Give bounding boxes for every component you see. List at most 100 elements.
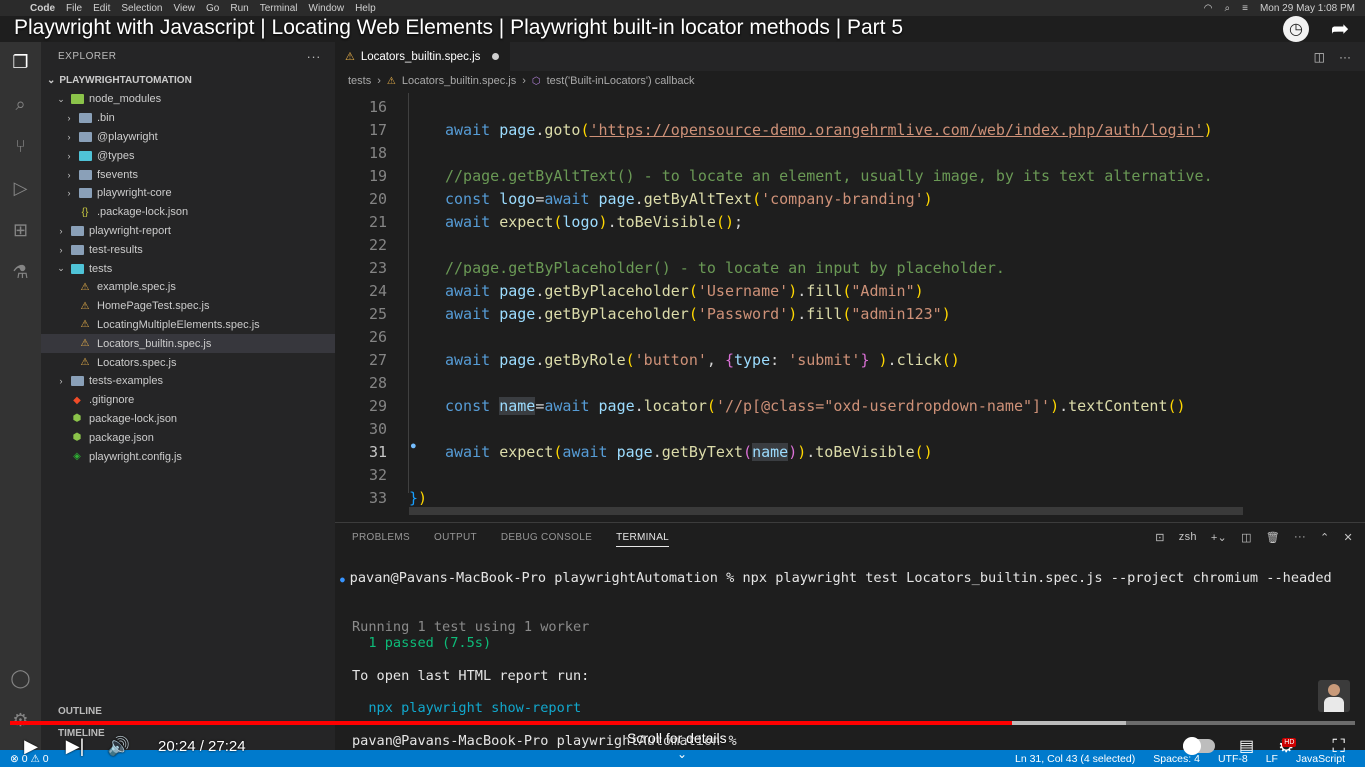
menu-edit[interactable]: Edit	[93, 3, 121, 14]
wifi-icon[interactable]: ◠	[1204, 3, 1213, 14]
maximize-panel-icon[interactable]: ⌃	[1320, 531, 1330, 544]
horizontal-scrollbar[interactable]	[409, 507, 1243, 515]
fullscreen-icon[interactable]: ⛶	[1332, 736, 1345, 757]
extensions-icon[interactable]: ⊞	[9, 218, 33, 242]
menu-help[interactable]: Help	[355, 3, 387, 14]
tree-item[interactable]: › playwright-report	[41, 222, 335, 241]
tree-item[interactable]: › @types	[41, 146, 335, 165]
js-test-icon: ⚠	[345, 51, 355, 63]
split-terminal-icon[interactable]: ◫	[1241, 531, 1252, 544]
code-line[interactable]: 32	[335, 463, 387, 486]
search-icon[interactable]: ⌕	[9, 92, 33, 116]
new-terminal-icon[interactable]: +⌄	[1211, 531, 1227, 544]
project-root[interactable]: ⌄ PLAYWRIGHTAUTOMATION	[41, 70, 335, 90]
split-editor-icon[interactable]: ◫	[1314, 50, 1325, 64]
unsaved-dot-icon[interactable]	[492, 53, 500, 60]
menu-app[interactable]: Code	[26, 3, 66, 14]
code-text: await expect(logo).toBeVisible();	[445, 213, 743, 231]
code-line[interactable]: 27 await page.getByRole('button', {type: …	[335, 348, 960, 371]
code-editor[interactable]: 16 17 await page.goto('https://opensource-…	[335, 93, 1365, 515]
menu-run[interactable]: Run	[230, 3, 259, 14]
code-line[interactable]: 31 await expect(await page.getByText(name…	[335, 440, 933, 463]
breadcrumb-symbol[interactable]: test('Built-inLocators') callback	[547, 75, 695, 87]
video-title[interactable]: Playwright with Javascript | Locating We…	[14, 16, 903, 40]
code-line[interactable]: 33})	[335, 486, 427, 509]
code-line[interactable]: 22	[335, 233, 387, 256]
account-icon[interactable]: ◯	[9, 666, 33, 690]
settings-gear-icon[interactable]: ⚙	[9, 708, 33, 732]
code-line[interactable]: 30	[335, 417, 387, 440]
code-line[interactable]: 21 await expect(logo).toBeVisible();	[335, 210, 743, 233]
menu-go[interactable]: Go	[206, 3, 230, 14]
tree-item[interactable]: ◆ .gitignore	[41, 391, 335, 410]
code-line[interactable]: 23 //page.getByPlaceholder() - to locate …	[335, 256, 1005, 279]
tree-item[interactable]: ⌄ tests	[41, 259, 335, 278]
volume-icon[interactable]: 🔊	[106, 736, 132, 757]
tree-item[interactable]: ⚠ LocatingMultipleElements.spec.js	[41, 316, 335, 335]
play-icon[interactable]: ▶	[18, 736, 44, 757]
explorer-icon[interactable]: ❐	[9, 50, 33, 74]
code-line[interactable]: 25 await page.getByPlaceholder('Password'…	[335, 302, 951, 325]
tree-item[interactable]: ⬢ package-lock.json	[41, 410, 335, 429]
close-panel-icon[interactable]: ✕	[1343, 531, 1353, 544]
code-line[interactable]: 19 //page.getByAltText() - to locate an e…	[335, 164, 1213, 187]
tree-item[interactable]: › tests-examples	[41, 372, 335, 391]
tab-terminal[interactable]: TERMINAL	[616, 528, 670, 547]
tree-item[interactable]: {} .package-lock.json	[41, 203, 335, 222]
chevron-down-icon[interactable]: ⌄	[677, 747, 687, 761]
menu-view[interactable]: View	[174, 3, 207, 14]
scroll-for-details[interactable]: Scroll for details	[627, 730, 727, 746]
code-line[interactable]: 18	[335, 141, 387, 164]
breadcrumb-file[interactable]: Locators_builtin.spec.js	[402, 75, 516, 87]
breadcrumb-folder[interactable]: tests	[348, 75, 371, 87]
tree-item[interactable]: › test-results	[41, 240, 335, 259]
code-line[interactable]: 16	[335, 95, 387, 118]
clock-text[interactable]: Mon 29 May 1:08 PM	[1260, 3, 1355, 14]
tree-item[interactable]: › .bin	[41, 109, 335, 128]
menu-window[interactable]: Window	[309, 3, 356, 14]
editor-tab[interactable]: ⚠ Locators_builtin.spec.js	[335, 42, 510, 71]
tree-item[interactable]: ⚠ HomePageTest.spec.js	[41, 297, 335, 316]
next-icon[interactable]: ▶|	[62, 736, 88, 757]
code-line[interactable]: 20 const logo=await page.getByAltText('co…	[335, 187, 933, 210]
video-progress-bar[interactable]	[10, 721, 1355, 725]
lightbulb-icon[interactable]: ●	[410, 440, 417, 452]
settings-gear-icon[interactable]: ⚙HD	[1278, 736, 1308, 757]
control-center-icon[interactable]: ≡	[1242, 3, 1248, 14]
outline-section[interactable]: OUTLINE	[41, 700, 335, 722]
menu-terminal[interactable]: Terminal	[260, 3, 309, 14]
code-line[interactable]: 28	[335, 371, 387, 394]
code-line[interactable]: 17 await page.goto('https://opensource-de…	[335, 118, 1213, 141]
command-decoration-icon[interactable]: ●	[340, 575, 350, 584]
share-icon[interactable]: ➦	[1327, 16, 1353, 42]
more-actions-icon[interactable]: ···	[1294, 531, 1306, 543]
tab-debug-console[interactable]: DEBUG CONSOLE	[501, 532, 592, 543]
tree-item[interactable]: › fsevents	[41, 165, 335, 184]
menu-selection[interactable]: Selection	[121, 3, 173, 14]
testing-icon[interactable]: ⚗	[9, 260, 33, 284]
run-debug-icon[interactable]: ▷	[9, 176, 33, 200]
code-line[interactable]: 29 const name=await page.locator('//p[@cl…	[335, 394, 1186, 417]
code-line[interactable]: 26	[335, 325, 387, 348]
more-actions-icon[interactable]: ···	[1339, 50, 1351, 64]
search-icon[interactable]: ⌕	[1225, 3, 1231, 14]
tree-item[interactable]: ⬢ package.json	[41, 428, 335, 447]
menu-file[interactable]: File	[66, 3, 93, 14]
trash-icon[interactable]: 🗑	[1266, 531, 1280, 544]
tree-item[interactable]: ⚠ example.spec.js	[41, 278, 335, 297]
watch-later-icon[interactable]: ◷	[1283, 16, 1309, 42]
source-control-icon[interactable]: ⑂	[9, 134, 33, 158]
captions-icon[interactable]: ▤	[1239, 736, 1254, 756]
more-actions-icon[interactable]: ···	[307, 49, 322, 64]
tab-problems[interactable]: PROBLEMS	[352, 532, 410, 543]
tree-item[interactable]: › @playwright	[41, 128, 335, 147]
tree-item[interactable]: › playwright-core	[41, 184, 335, 203]
tree-item[interactable]: ⚠ Locators_builtin.spec.js	[41, 334, 335, 354]
autoplay-toggle[interactable]	[1183, 737, 1215, 755]
tab-output[interactable]: OUTPUT	[434, 532, 477, 543]
tree-item[interactable]: ⌄ node_modules	[41, 90, 335, 109]
code-line[interactable]: 24 await page.getByPlaceholder('Username'…	[335, 279, 924, 302]
tree-item[interactable]: ◈ playwright.config.js	[41, 447, 335, 466]
tree-item[interactable]: ⚠ Locators.spec.js	[41, 353, 335, 372]
shell-name[interactable]: zsh	[1179, 531, 1197, 543]
